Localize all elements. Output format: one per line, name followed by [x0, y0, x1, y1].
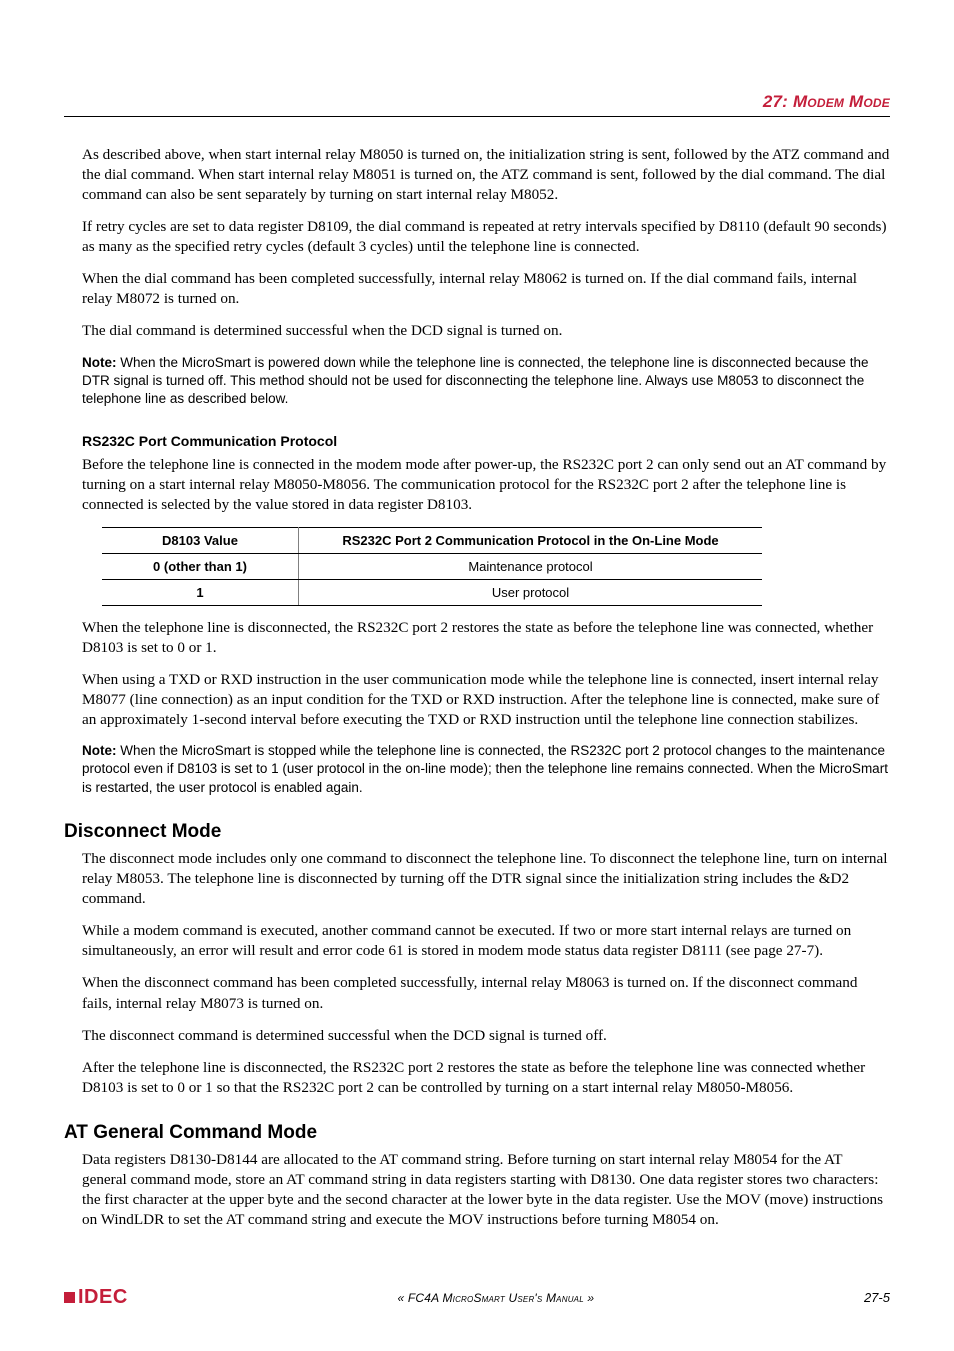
paragraph: After the telephone line is disconnected…	[82, 1058, 890, 1098]
paragraph: The dial command is determined successfu…	[82, 321, 890, 341]
paragraph: If retry cycles are set to data register…	[82, 217, 890, 257]
note-text: When the MicroSmart is powered down whil…	[82, 355, 868, 407]
subheading: RS232C Port Communication Protocol	[82, 433, 890, 449]
table-row: 0 (other than 1) Maintenance protocol	[102, 553, 762, 579]
chapter-title: Modem Mode	[793, 92, 890, 111]
paragraph: The disconnect command is determined suc…	[82, 1026, 890, 1046]
section-heading-disconnect: Disconnect Mode	[64, 821, 890, 843]
paragraph: As described above, when start internal …	[82, 145, 890, 205]
table-header-row: D8103 Value RS232C Port 2 Communication …	[102, 527, 762, 553]
note: Note: When the MicroSmart is powered dow…	[82, 354, 890, 409]
protocol-table: D8103 Value RS232C Port 2 Communication …	[102, 527, 762, 606]
paragraph: Data registers D8130-D8144 are allocated…	[82, 1150, 890, 1230]
brand-text: IDEC	[78, 1286, 128, 1309]
footer-manual-title: « FC4A MicroSmart User's Manual »	[397, 1291, 594, 1305]
note-label: Note:	[82, 355, 117, 370]
table-row: 1 User protocol	[102, 579, 762, 605]
page-number: 27-5	[864, 1290, 890, 1305]
brand-square-icon	[64, 1292, 75, 1303]
chapter-number: 27:	[763, 92, 788, 111]
note: Note: When the MicroSmart is stopped whi…	[82, 742, 890, 797]
table-cell: Maintenance protocol	[299, 553, 763, 579]
table-cell: User protocol	[299, 579, 763, 605]
table-cell: 1	[102, 579, 299, 605]
note-text: When the MicroSmart is stopped while the…	[82, 743, 888, 795]
section-heading-at-general: AT General Command Mode	[64, 1122, 890, 1144]
paragraph: The disconnect mode includes only one co…	[82, 849, 890, 909]
paragraph: When the dial command has been completed…	[82, 269, 890, 309]
page-footer: IDEC « FC4A MicroSmart User's Manual » 2…	[64, 1286, 890, 1309]
brand-logo: IDEC	[64, 1286, 128, 1309]
paragraph: When the telephone line is disconnected,…	[82, 618, 890, 658]
paragraph: When using a TXD or RXD instruction in t…	[82, 670, 890, 730]
paragraph: Before the telephone line is connected i…	[82, 455, 890, 515]
table-cell: 0 (other than 1)	[102, 553, 299, 579]
chapter-header: 27: Modem Mode	[64, 92, 890, 117]
paragraph: While a modem command is executed, anoth…	[82, 921, 890, 961]
table-header-cell: RS232C Port 2 Communication Protocol in …	[299, 527, 763, 553]
table-header-cell: D8103 Value	[102, 527, 299, 553]
paragraph: When the disconnect command has been com…	[82, 973, 890, 1013]
note-label: Note:	[82, 743, 117, 758]
